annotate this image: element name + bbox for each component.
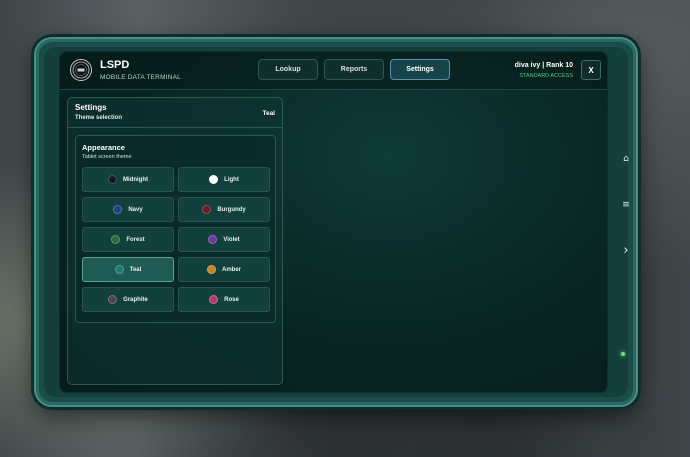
theme-option-violet[interactable]: Violet [178,227,270,252]
appearance-card: Appearance Tablet screen theme Midnight … [75,135,276,323]
current-theme-label: Teal [262,110,275,117]
appearance-subtitle: Tablet screen theme [82,154,132,160]
color-dot-icon [209,295,219,304]
tab-settings[interactable]: Settings [390,59,450,80]
color-dot-icon [202,205,212,214]
color-dot-icon [108,295,118,304]
color-dot-icon [208,235,218,244]
theme-option-light[interactable]: Light [178,167,270,192]
tab-reports[interactable]: Reports [324,59,384,80]
app-header: LSPD MOBILE DATA TERMINAL Lookup Reports… [60,52,607,90]
appearance-title: Appearance [82,143,125,152]
theme-label: Navy [128,206,143,213]
settings-subtitle: Theme selection [75,115,123,121]
access-level-badge: STANDARD ACCESS [519,73,573,79]
chevron-right-icon[interactable]: › [620,243,632,258]
panel-divider [68,127,282,128]
menu-icon[interactable]: ≡ [620,200,632,210]
theme-label: Violet [223,236,240,243]
color-dot-icon [111,235,121,244]
tablet-screen: LSPD MOBILE DATA TERMINAL Lookup Reports… [59,51,608,393]
user-identity: diva ivy | Rank 10 [514,62,573,69]
theme-label: Light [224,176,239,183]
theme-option-rose[interactable]: Rose [178,287,270,312]
theme-option-midnight[interactable]: Midnight [82,167,174,192]
settings-panel: Settings Theme selection Teal Appearance… [67,97,283,385]
color-dot-icon [114,265,124,274]
theme-option-teal[interactable]: Teal [82,257,174,282]
lspd-badge-logo [70,59,92,81]
theme-option-amber[interactable]: Amber [178,257,270,282]
theme-option-forest[interactable]: Forest [82,227,174,252]
tablet-frame: LSPD MOBILE DATA TERMINAL Lookup Reports… [34,37,638,407]
theme-label: Burgundy [217,206,246,213]
theme-option-burgundy[interactable]: Burgundy [178,197,270,222]
theme-label: Graphite [123,296,148,303]
color-dot-icon [206,265,216,274]
color-dot-icon [209,175,219,184]
close-button[interactable]: X [581,60,601,80]
app-title: LSPD [100,59,130,71]
theme-label: Teal [129,266,142,273]
theme-option-navy[interactable]: Navy [82,197,174,222]
theme-label: Midnight [123,176,148,183]
theme-label: Amber [221,266,241,273]
color-dot-icon [108,175,117,184]
color-dot-icon [113,205,123,214]
home-icon[interactable]: ⌂ [620,154,632,164]
theme-label: Forest [126,236,145,243]
status-led [621,352,625,356]
settings-title: Settings [75,103,107,112]
app-subtitle: MOBILE DATA TERMINAL [100,74,181,81]
theme-label: Rose [224,296,239,303]
tab-lookup[interactable]: Lookup [258,59,318,80]
theme-option-graphite[interactable]: Graphite [82,287,174,312]
